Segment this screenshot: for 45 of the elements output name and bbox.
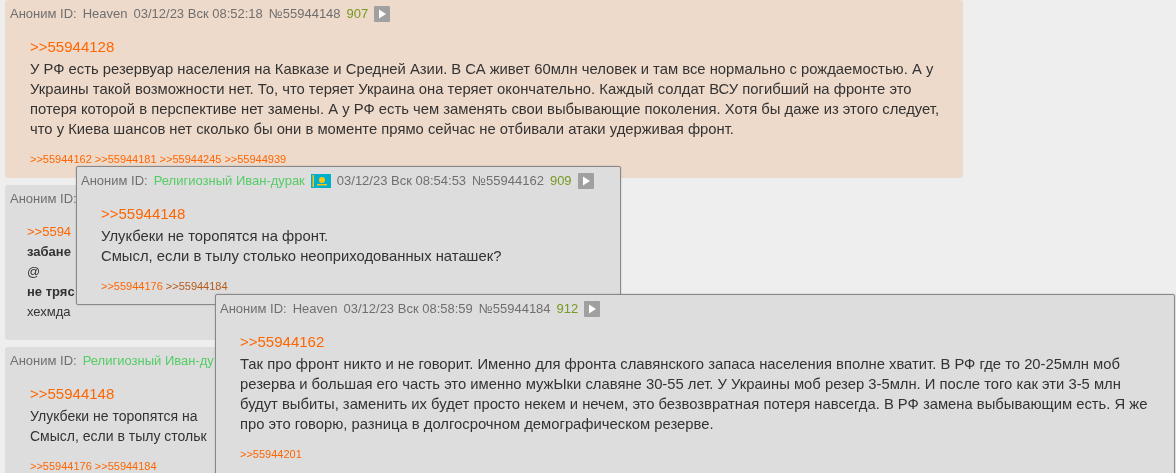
post-text: Улукбеки не торопятся на [30,407,198,426]
post-text: @ [27,263,41,281]
author-label: Аноним ID: [81,172,148,190]
author-label: Аноним ID: [220,300,287,318]
backlink[interactable]: >>55944176 [101,278,163,295]
author-label: Аноним ID: [10,190,77,208]
post-text: не тряс [27,283,75,301]
post-text: Смысл, если в тылу столько неоприходованных наташек? [101,247,503,266]
reply-link[interactable]: >>55944148 [30,382,115,405]
post-count: 907 [346,5,369,23]
reply-link[interactable]: >>55944162 [240,330,325,353]
post-text: У РФ есть резервуар населения на Кавказе и Средней Азии. В СА живет 60млн человек и там все нормально с рождаемостью. А у Украины такой возможности нет. То, что теряет Украина она теряет окончательно. Каждый солдат ВСУ погибший на фронте это потеря которой в перспективе нет замены. А у РФ есть чем заменять свои выбывающие поколения. Хотя бы даже из этого следует, что у Киева шансов нет сколько бы они в моменте прямо сейчас не отбивали атаки удерживая фронт. [30,60,941,139]
backlink[interactable]: >>55944184 [165,278,228,295]
post-number[interactable]: №55944148 [268,4,341,24]
poster-id: Heaven [292,300,338,318]
post-date: 03/12/23 Вск 08:58:59 [343,300,473,318]
post-count: 909 [549,172,572,190]
post-number[interactable]: №55944162 [472,171,544,191]
author-label: Аноним ID: [10,352,77,370]
post-text: Смысл, если в тылу стольк [30,427,207,446]
backlink[interactable]: >>55944181 [94,151,157,168]
poster-id: Религиозный Иван-дурак [153,172,305,190]
reply-link[interactable]: >>55944128 [30,35,115,58]
backlink[interactable]: >>55944245 [159,151,222,168]
backlink[interactable]: >>55944184 [94,458,157,473]
backlink[interactable]: >>55944176 [30,458,92,473]
play-icon[interactable] [577,172,594,189]
reply-link[interactable]: >>55944148 [101,202,186,225]
post-count: 912 [556,300,579,318]
post-date: 03/12/23 Вск 08:54:53 [336,172,467,190]
play-icon[interactable] [374,5,391,22]
post-text: забане [27,243,71,261]
poster-id: Heaven [82,5,128,23]
play-icon[interactable] [584,300,601,317]
backlink[interactable]: >>55944939 [224,151,287,168]
reply-link[interactable]: >>5594 [27,221,72,241]
post-number[interactable]: №55944184 [478,299,551,319]
post-text: Улукбеки не торопятся на фронт. [101,227,330,246]
author-label: Аноним ID: [10,5,77,23]
poster-id: Религиозный Иван-ду [82,352,214,370]
backlink[interactable]: >>55944201 [240,446,302,463]
backlink[interactable]: >>55944162 [30,151,92,168]
post-text: Так про фронт никто и не говорит. Именно для фронта славянского запаса населения вполне хватит. В РФ где то 20-25млн моб резерва и большая его часть это именно мужЫки славяне 30-55 лет. У Украины моб резер 3-5млн. И после того как эти 3-5 млн будут выбиты, заменить их будет просто некем и нечем, это безвозвратная потеря навсегда. В РФ замена выбывающим есть. Я же про это говорю, разница в долгосрочном демографическом резерве. [240,355,1149,434]
post-text: хехмда [27,303,71,321]
post-date: 03/12/23 Вск 08:52:18 [133,5,263,23]
